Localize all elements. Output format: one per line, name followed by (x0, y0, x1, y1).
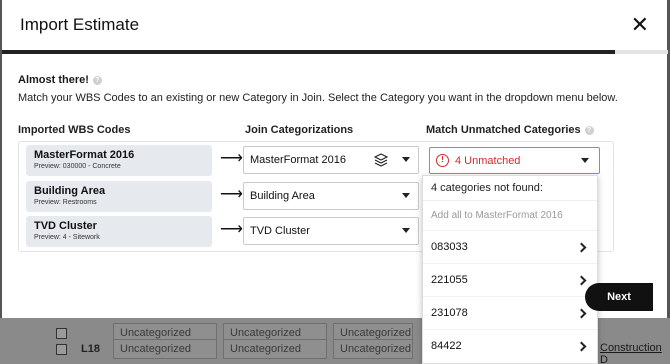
intro-description: Match your WBS Codes to an existing or n… (18, 92, 618, 104)
wbs-code-preview: Preview: 030000 - Concrete (34, 163, 121, 170)
progress-fill (2, 50, 615, 54)
intro-title: Almost there! ? (18, 74, 618, 86)
dropdown-item-label: 231078 (431, 307, 468, 319)
column-header-join: Join Categorizations (245, 124, 354, 136)
join-category-value: TVD Cluster (250, 225, 310, 237)
dropdown-item-label: 083033 (431, 241, 468, 253)
chevron-right-icon (576, 341, 587, 351)
wbs-code-name: TVD Cluster (34, 220, 97, 232)
wbs-code-card: TVD Cluster Preview: 4 - Sitework (26, 216, 212, 247)
close-icon[interactable]: ✕ (631, 14, 649, 36)
chevron-down-icon (581, 158, 589, 163)
warning-icon: ! (436, 154, 449, 167)
chevron-down-icon (402, 228, 410, 233)
wbs-code-preview: Preview: 4 - Sitework (34, 234, 100, 241)
wbs-code-name: Building Area (34, 185, 106, 197)
wbs-code-preview: Preview: Restrooms (34, 199, 97, 206)
intro-title-text: Almost there! (18, 74, 89, 86)
join-category-value: MasterFormat 2016 (250, 154, 346, 166)
row-category: Uncategorized (113, 339, 217, 359)
column-header-match-text: Match Unmatched Categories (426, 124, 581, 136)
row-category: Uncategorized (223, 339, 327, 359)
unmatched-dropdown-menu: 4 categories not found: Add all to Maste… (422, 175, 598, 364)
wbs-code-card: Building Area Preview: Restrooms (26, 181, 212, 212)
arrow-right-icon: ⟶ (220, 221, 243, 238)
dropdown-item-label: 221055 (431, 274, 468, 286)
arrow-right-icon: ⟶ (220, 150, 243, 167)
dropdown-item[interactable]: 221055 (423, 263, 597, 296)
unmatched-label: 4 Unmatched (455, 154, 521, 167)
row-checkbox[interactable] (56, 343, 67, 355)
column-header-match: Match Unmatched Categories ? (426, 124, 594, 136)
row-checkbox[interactable] (56, 327, 67, 339)
join-category-select[interactable]: MasterFormat 2016 (243, 146, 419, 174)
dropdown-item[interactable]: 84422 (423, 329, 597, 362)
column-header-imported: Imported WBS Codes (18, 124, 131, 136)
row-code: L18 (81, 343, 100, 355)
help-icon[interactable]: ? (92, 75, 102, 85)
chevron-right-icon (576, 242, 587, 252)
chevron-right-icon (576, 308, 587, 318)
join-category-select[interactable]: Building Area (243, 182, 419, 210)
wbs-code-name: MasterFormat 2016 (34, 149, 135, 161)
layers-icon (374, 153, 388, 167)
join-category-select[interactable]: TVD Cluster (243, 217, 419, 245)
chevron-right-icon (576, 275, 587, 285)
help-icon[interactable]: ? (584, 125, 594, 135)
chevron-down-icon (402, 193, 410, 198)
unmatched-categories-select[interactable]: ! 4 Unmatched (429, 147, 600, 174)
dropdown-item[interactable]: 083033 (423, 230, 597, 263)
join-category-value: Building Area (250, 190, 315, 202)
progress-bar (2, 50, 668, 54)
wbs-code-card: MasterFormat 2016 Preview: 030000 - Conc… (26, 145, 212, 176)
intro: Almost there! ? Match your WBS Codes to … (18, 74, 618, 104)
modal-title: Import Estimate (20, 15, 140, 34)
modal-header: Import Estimate ✕ (2, 0, 667, 50)
add-all-option[interactable]: Add all to MasterFormat 2016 (423, 200, 597, 230)
next-button[interactable]: Next (585, 283, 653, 311)
dropdown-header: 4 categories not found: (431, 182, 543, 194)
arrow-right-icon: ⟶ (220, 186, 243, 203)
dropdown-item-label: 84422 (431, 340, 462, 352)
row-category: Uncategorized (333, 339, 413, 359)
dropdown-item[interactable]: 231078 (423, 296, 597, 329)
chevron-down-icon (402, 157, 410, 162)
background-link[interactable]: Construction D (600, 342, 670, 364)
